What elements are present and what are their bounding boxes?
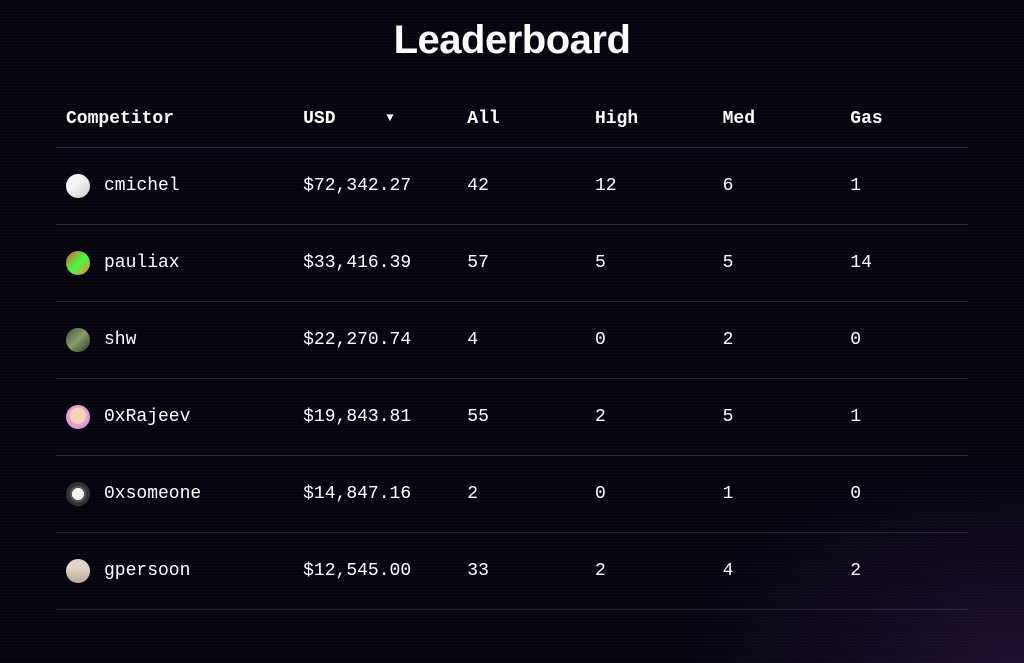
sort-indicator-icon: ▼ <box>386 111 393 125</box>
competitor-wrapper: 0xsomeone <box>66 482 283 506</box>
cell-competitor: pauliax <box>56 225 293 302</box>
avatar[interactable] <box>66 482 90 506</box>
cell-high: 12 <box>585 148 713 225</box>
competitor-name[interactable]: 0xsomeone <box>104 484 201 504</box>
leaderboard-container: Competitor USD ▼ All High Med Gas cmiche… <box>0 91 1024 610</box>
header-usd-label: USD <box>303 109 335 129</box>
table-row[interactable]: pauliax$33,416.39575514 <box>56 225 968 302</box>
avatar[interactable] <box>66 405 90 429</box>
competitor-name[interactable]: gpersoon <box>104 561 190 581</box>
competitor-name[interactable]: shw <box>104 330 136 350</box>
cell-usd: $19,843.81 <box>293 379 457 456</box>
cell-high: 0 <box>585 456 713 533</box>
avatar[interactable] <box>66 559 90 583</box>
competitor-wrapper: shw <box>66 328 283 352</box>
competitor-wrapper: 0xRajeev <box>66 405 283 429</box>
cell-gas: 1 <box>840 148 968 225</box>
cell-all: 57 <box>457 225 585 302</box>
cell-all: 4 <box>457 302 585 379</box>
leaderboard-table: Competitor USD ▼ All High Med Gas cmiche… <box>56 91 968 610</box>
cell-med: 5 <box>713 225 841 302</box>
table-row[interactable]: cmichel $72,342.27421261 <box>56 148 968 225</box>
competitor-name[interactable]: cmichel <box>104 176 180 196</box>
competitor-wrapper: gpersoon <box>66 559 283 583</box>
header-usd[interactable]: USD ▼ <box>293 91 457 148</box>
table-header-row: Competitor USD ▼ All High Med Gas <box>56 91 968 148</box>
cell-all: 42 <box>457 148 585 225</box>
cell-high: 0 <box>585 302 713 379</box>
cell-usd: $72,342.27 <box>293 148 457 225</box>
cell-gas: 2 <box>840 533 968 610</box>
cell-competitor: cmichel <box>56 148 293 225</box>
competitor-wrapper: cmichel <box>66 174 283 198</box>
cell-high: 2 <box>585 379 713 456</box>
cell-usd: $12,545.00 <box>293 533 457 610</box>
table-row[interactable]: shw$22,270.744020 <box>56 302 968 379</box>
cell-competitor: 0xsomeone <box>56 456 293 533</box>
cell-gas: 1 <box>840 379 968 456</box>
cell-competitor: shw <box>56 302 293 379</box>
cell-competitor: 0xRajeev <box>56 379 293 456</box>
cell-med: 5 <box>713 379 841 456</box>
cell-all: 55 <box>457 379 585 456</box>
header-gas[interactable]: Gas <box>840 91 968 148</box>
cell-gas: 0 <box>840 456 968 533</box>
header-all[interactable]: All <box>457 91 585 148</box>
cell-usd: $33,416.39 <box>293 225 457 302</box>
header-med[interactable]: Med <box>713 91 841 148</box>
page-title: Leaderboard <box>0 0 1024 91</box>
cell-all: 33 <box>457 533 585 610</box>
table-row[interactable]: 0xsomeone$14,847.162010 <box>56 456 968 533</box>
cell-competitor: gpersoon <box>56 533 293 610</box>
cell-high: 2 <box>585 533 713 610</box>
cell-med: 2 <box>713 302 841 379</box>
header-competitor[interactable]: Competitor <box>56 91 293 148</box>
competitor-name[interactable]: 0xRajeev <box>104 407 190 427</box>
table-row[interactable]: gpersoon$12,545.0033242 <box>56 533 968 610</box>
cell-med: 6 <box>713 148 841 225</box>
cell-usd: $22,270.74 <box>293 302 457 379</box>
cell-usd: $14,847.16 <box>293 456 457 533</box>
competitor-wrapper: pauliax <box>66 251 283 275</box>
cell-gas: 0 <box>840 302 968 379</box>
avatar[interactable] <box>66 328 90 352</box>
avatar[interactable] <box>66 251 90 275</box>
table-row[interactable]: 0xRajeev $19,843.8155251 <box>56 379 968 456</box>
cell-med: 4 <box>713 533 841 610</box>
cell-high: 5 <box>585 225 713 302</box>
competitor-name[interactable]: pauliax <box>104 253 180 273</box>
avatar[interactable] <box>66 174 90 198</box>
header-high[interactable]: High <box>585 91 713 148</box>
cell-all: 2 <box>457 456 585 533</box>
cell-med: 1 <box>713 456 841 533</box>
cell-gas: 14 <box>840 225 968 302</box>
